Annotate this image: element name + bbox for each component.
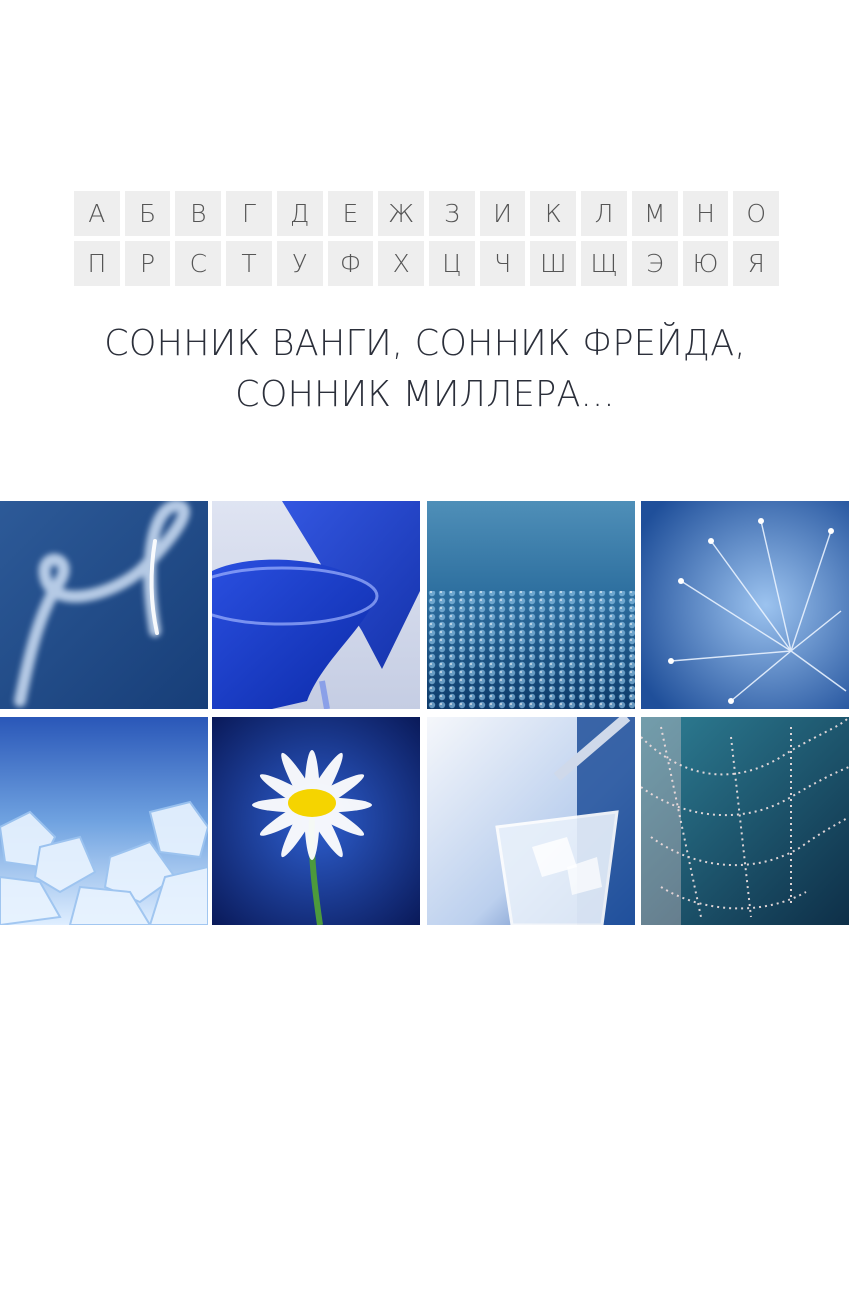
letter-link[interactable]: Т <box>226 241 272 286</box>
headline-line-2: СОННИК МИЛЛЕРА... <box>235 374 615 415</box>
daisy-flower-photo[interactable] <box>212 717 420 925</box>
letter-link[interactable]: Ж <box>378 191 425 236</box>
letter-link[interactable]: О <box>733 191 780 236</box>
letter-link[interactable]: Р <box>124 241 171 286</box>
water-drops-icon <box>427 501 635 709</box>
letter-link[interactable]: П <box>74 241 120 286</box>
letter-link[interactable]: Б <box>124 191 171 236</box>
letter-link[interactable]: А <box>74 191 120 236</box>
letter-link[interactable]: Н <box>682 191 729 236</box>
letter-link[interactable]: К <box>530 191 577 236</box>
blue-glasses-icon <box>212 501 420 709</box>
letter-link[interactable]: Ш <box>530 241 577 286</box>
dandelion-icon <box>641 501 849 709</box>
letter-link[interactable]: Ю <box>682 241 729 286</box>
letter-link[interactable]: М <box>631 191 678 236</box>
spider-web-icon <box>641 717 849 925</box>
spider-web-photo[interactable] <box>641 717 849 925</box>
glass-of-water-photo[interactable] <box>427 717 635 925</box>
daisy-flower-icon <box>212 717 420 925</box>
glass-of-water-icon <box>427 717 635 925</box>
alphabet-row-2: П Р С Т У Ф Х Ц Ч Ш Щ Э Ю Я <box>74 241 780 286</box>
letter-link[interactable]: Ф <box>327 241 374 286</box>
letter-link[interactable]: Е <box>327 191 374 236</box>
letter-link[interactable]: В <box>175 191 222 236</box>
ice-cubes-icon <box>0 717 208 925</box>
ice-cubes-photo[interactable] <box>0 717 208 925</box>
smoke-trail-photo[interactable] <box>0 501 208 709</box>
headline-line-1: СОННИК ВАНГИ, СОННИК ФРЕЙДА, <box>104 323 746 364</box>
alphabet-row-1: А Б В Г Д Е Ж З И К Л М Н О <box>74 191 780 236</box>
alphabet-index: А Б В Г Д Е Ж З И К Л М Н О П Р С Т У Ф … <box>74 191 780 291</box>
smoke-trail-icon <box>0 501 208 709</box>
letter-link[interactable]: З <box>429 191 475 236</box>
letter-link[interactable]: Ц <box>429 241 475 286</box>
water-drops-photo[interactable] <box>427 501 635 709</box>
blue-glasses-photo[interactable] <box>212 501 420 709</box>
dandelion-photo[interactable] <box>641 501 849 709</box>
letter-link[interactable]: Щ <box>581 241 627 286</box>
letter-link[interactable]: И <box>479 191 526 236</box>
letter-link[interactable]: Д <box>276 191 323 236</box>
letter-link[interactable]: Я <box>733 241 780 286</box>
letter-link[interactable]: Ч <box>479 241 526 286</box>
letter-link[interactable]: С <box>175 241 222 286</box>
image-gallery <box>0 501 850 925</box>
letter-link[interactable]: Г <box>226 191 272 236</box>
letter-link[interactable]: Э <box>631 241 678 286</box>
letter-link[interactable]: Л <box>581 191 627 236</box>
page-headline: СОННИК ВАНГИ, СОННИК ФРЕЙДА, СОННИК МИЛЛ… <box>13 318 838 420</box>
letter-link[interactable]: У <box>276 241 323 286</box>
letter-link[interactable]: Х <box>378 241 425 286</box>
